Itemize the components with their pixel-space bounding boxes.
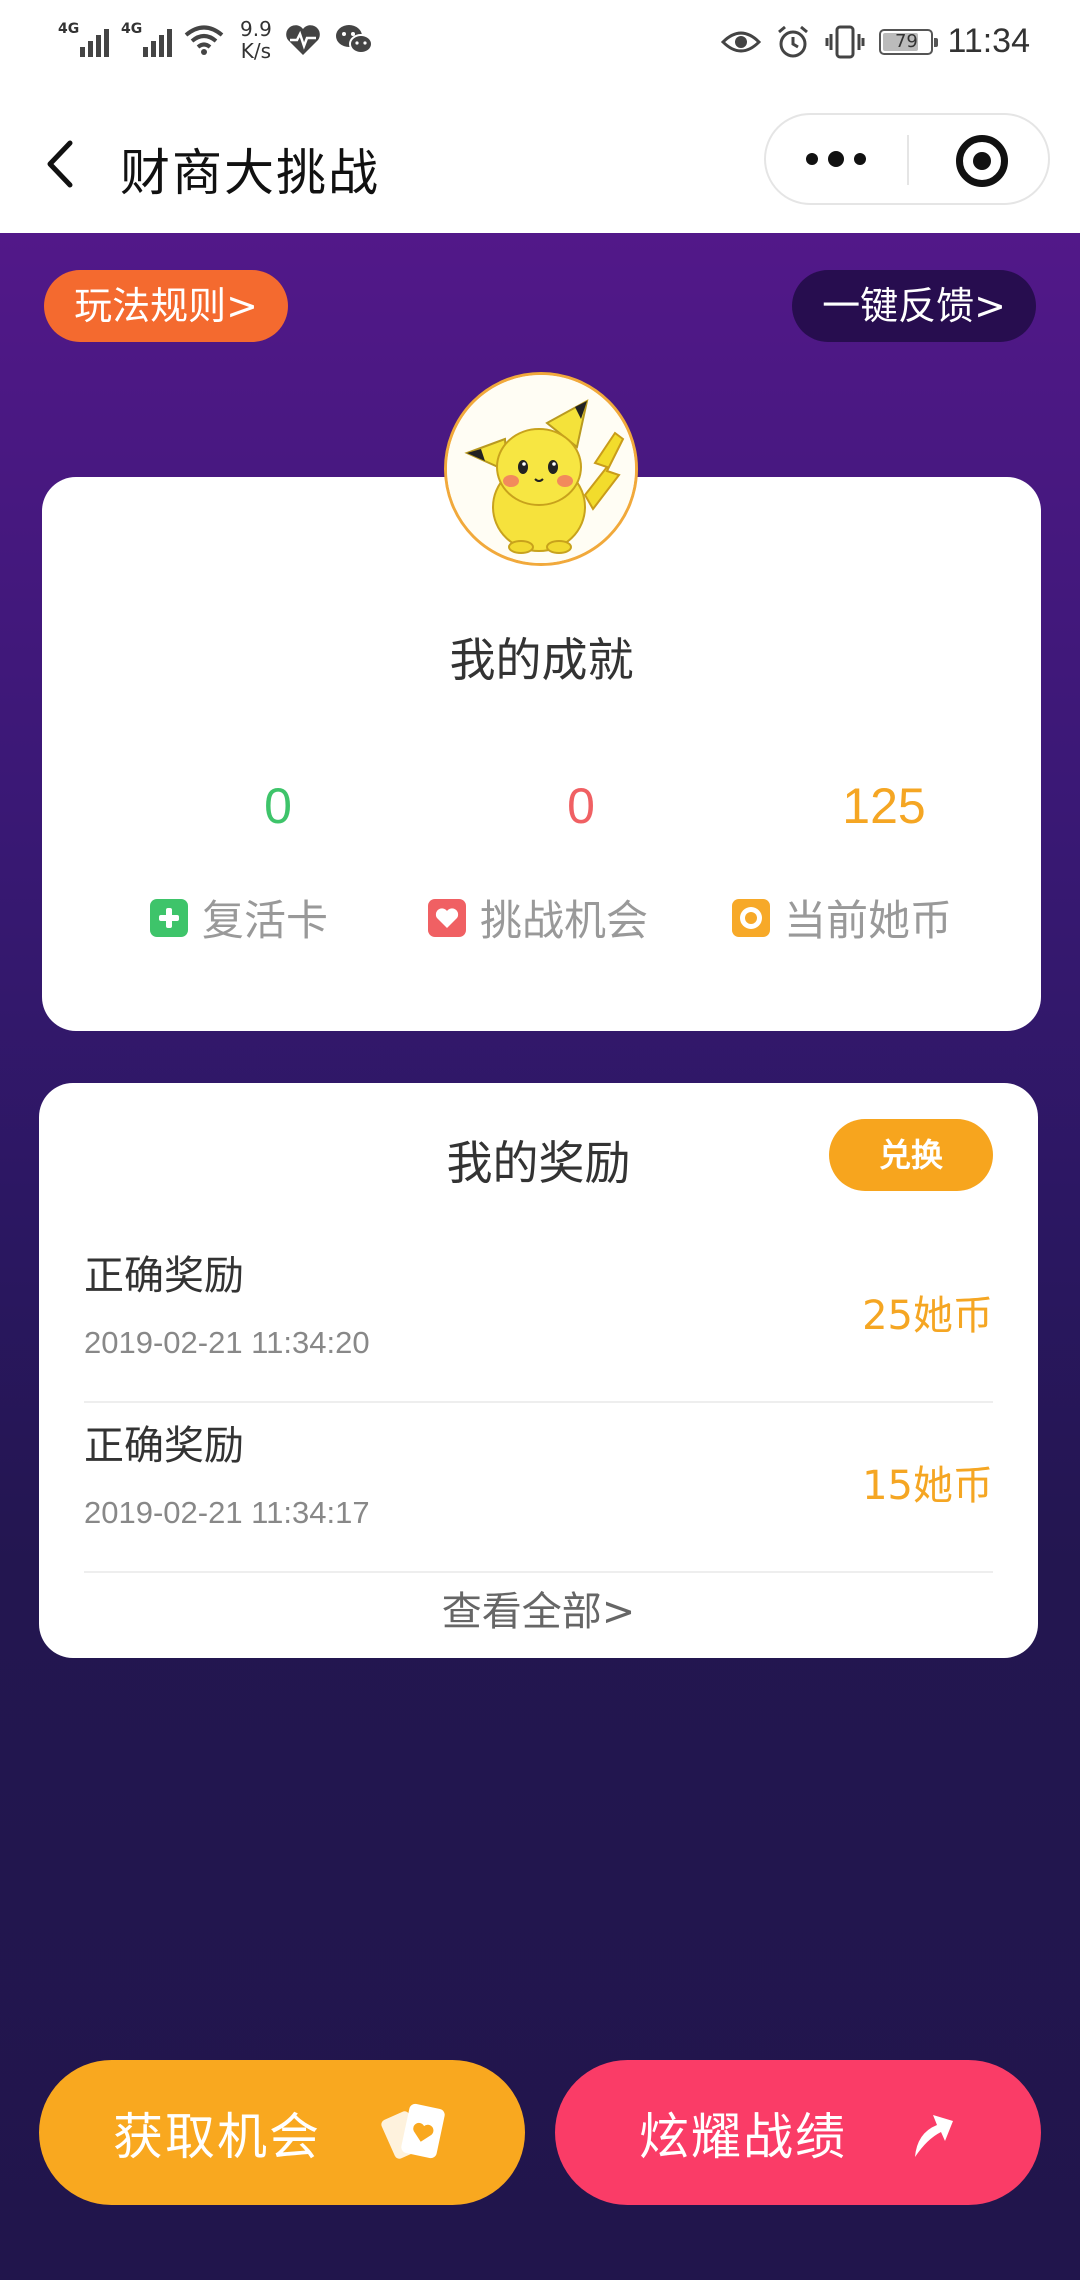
- capsule-divider: [907, 135, 909, 185]
- reward-name: 正确奖励: [84, 1253, 244, 1299]
- status-bar: 4G 4G 9.9 K/s 79 11:34: [0, 0, 1080, 95]
- revive-card-label: 复活卡: [150, 887, 328, 948]
- network-type-label: 4G: [58, 21, 80, 37]
- wifi-icon: [184, 25, 224, 55]
- achievements-title: 我的成就: [449, 633, 634, 687]
- share-arrow-icon: [915, 2114, 953, 2157]
- show-off-button[interactable]: 炫耀战绩: [555, 2060, 1041, 2205]
- feedback-button[interactable]: 一键反馈>: [792, 270, 1036, 342]
- card-heart-icon: [381, 2103, 445, 2159]
- status-time: 11:34: [947, 22, 1030, 60]
- battery-icon: 79: [879, 28, 939, 55]
- rules-button[interactable]: 玩法规则>: [44, 270, 288, 342]
- network-type-label-2: 4G: [121, 21, 143, 37]
- reward-amount: 15她币: [862, 1463, 993, 1509]
- pikachu-avatar-image: [447, 375, 635, 563]
- challenge-chance-label: 挑战机会: [428, 887, 648, 948]
- avatar: [444, 372, 638, 566]
- revive-card-count: 0: [264, 778, 292, 834]
- target-icon[interactable]: [956, 135, 1008, 187]
- reward-time: 2019-02-21 11:34:17: [84, 1495, 370, 1530]
- signal-icon: 4G: [58, 21, 109, 57]
- network-speed: 9.9 K/s: [240, 18, 272, 62]
- exchange-button[interactable]: 兑换: [829, 1119, 993, 1191]
- current-coin-label: 当前她币: [732, 887, 952, 948]
- plus-card-icon: [150, 898, 188, 937]
- miniprogram-capsule: [764, 113, 1050, 205]
- rewards-card: 我的奖励 兑换 正确奖励 2019-02-21 11:34:20 25她币 正确…: [39, 1083, 1038, 1658]
- battery-level: 79: [894, 30, 918, 52]
- eye-icon: [721, 31, 762, 52]
- challenge-chance-count: 0: [567, 778, 595, 834]
- signal-icon-2: 4G: [121, 21, 172, 57]
- reward-row: 正确奖励 2019-02-21 11:34:20 25她币: [84, 1233, 993, 1403]
- wechat-icon: [335, 25, 373, 54]
- current-coin-text: 当前她币: [784, 896, 953, 945]
- reward-amount: 25她币: [862, 1293, 993, 1339]
- reward-time: 2019-02-21 11:34:20: [84, 1325, 370, 1360]
- challenge-chance-text: 挑战机会: [480, 896, 649, 945]
- back-arrow-icon[interactable]: [36, 129, 86, 199]
- status-left: 4G 4G 9.9 K/s: [58, 18, 374, 62]
- get-chance-label: 获取机会: [113, 2107, 321, 2166]
- nav-bar: 财商大挑战: [0, 95, 1080, 233]
- current-coin-count: 125: [842, 778, 926, 834]
- speed-value: 9.9: [240, 17, 272, 41]
- alarm-icon: [778, 25, 809, 57]
- status-right: 79 11:34: [721, 22, 1030, 61]
- revive-card-text: 复活卡: [202, 896, 329, 945]
- get-chance-button[interactable]: 获取机会: [39, 2060, 525, 2205]
- reward-row: 正确奖励 2019-02-21 11:34:17 15她币: [84, 1403, 993, 1573]
- health-icon: [286, 25, 320, 55]
- reward-name: 正确奖励: [84, 1423, 244, 1469]
- view-all-link[interactable]: 查看全部>: [39, 1579, 1038, 1637]
- heart-icon: [428, 898, 466, 937]
- speed-unit: K/s: [240, 39, 272, 63]
- more-dots-icon[interactable]: [806, 151, 866, 167]
- vibrate-icon: [825, 25, 865, 58]
- show-off-label: 炫耀战绩: [639, 2107, 847, 2166]
- page-title: 财商大挑战: [120, 144, 380, 202]
- coin-icon: [732, 898, 770, 937]
